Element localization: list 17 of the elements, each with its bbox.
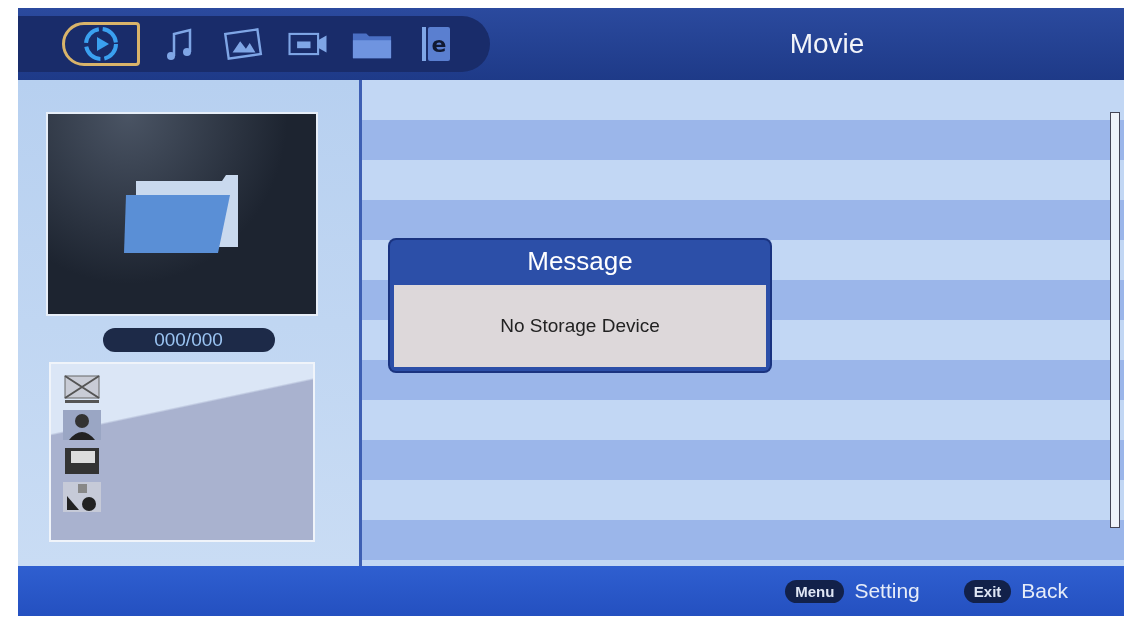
picture-icon (223, 27, 265, 61)
remote-key-label: Exit (963, 579, 1012, 603)
file-counter: 000/000 (102, 328, 275, 352)
shapes-icon (62, 482, 101, 512)
play-icon (83, 26, 119, 62)
monitor-icon (62, 446, 101, 476)
remote-key-label: Menu (785, 579, 845, 603)
hint-label: Back (1021, 579, 1068, 603)
media-tab[interactable]: e (412, 22, 460, 66)
hint-label: Setting (854, 579, 920, 603)
person-silhouette-icon (62, 410, 101, 440)
media-tab[interactable] (62, 22, 140, 66)
scrollbar[interactable] (1110, 112, 1120, 528)
envelope-icon (62, 374, 101, 404)
dialog-title: Message (526, 245, 634, 278)
dialog-message: No Storage Device (394, 285, 766, 367)
screen-title: Movie (788, 28, 866, 60)
